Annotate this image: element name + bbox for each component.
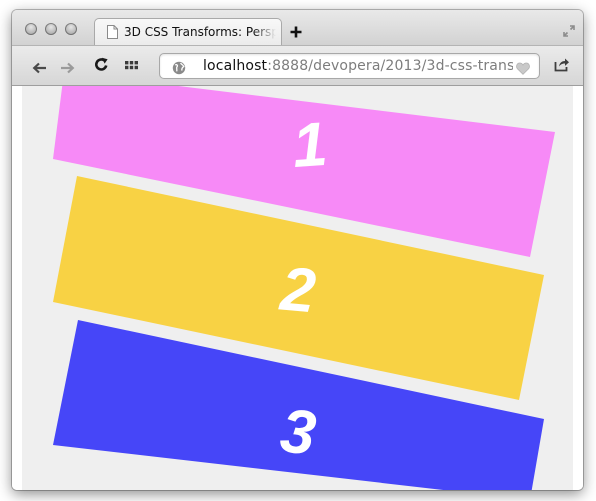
url-field[interactable]: localhost:8888/devopera/2013/3d-css-tran… [203, 58, 513, 76]
tab-title: 3D CSS Transforms: Perspective [124, 25, 276, 39]
grid-icon[interactable] [125, 58, 138, 77]
panel-1-label: 1 [290, 110, 329, 181]
url-host: localhost [203, 58, 268, 74]
panel-2-label: 2 [277, 255, 318, 327]
address-bar[interactable]: localhost:8888/devopera/2013/3d-css-tran… [159, 53, 540, 79]
reload-icon[interactable] [94, 57, 109, 76]
tab-bar: 3D CSS Transforms: Perspective [12, 10, 583, 46]
tab-active[interactable]: 3D CSS Transforms: Perspective [94, 18, 282, 46]
page-margin-right [573, 86, 583, 490]
close-window-button[interactable] [25, 23, 37, 35]
url-path: :8888/devopera/2013/3d-css-transforms/ [267, 58, 513, 74]
minimize-window-button[interactable] [45, 23, 57, 35]
toolbar: localhost:8888/devopera/2013/3d-css-tran… [12, 45, 583, 86]
zoom-window-button[interactable] [65, 23, 77, 35]
back-arrow-icon[interactable] [32, 59, 47, 78]
browser-window: 3D CSS Transforms: Perspective [12, 10, 583, 490]
page-icon [107, 24, 118, 43]
page-content: 123 [12, 86, 583, 490]
panel-stage: 123 [53, 86, 555, 490]
forward-arrow-icon[interactable] [60, 59, 75, 78]
share-icon[interactable] [554, 57, 570, 76]
plus-icon[interactable] [290, 23, 302, 42]
globe-icon[interactable] [172, 60, 186, 79]
fullscreen-icon[interactable] [563, 22, 575, 41]
heart-icon[interactable] [516, 60, 530, 79]
page-margin-left [12, 86, 22, 490]
